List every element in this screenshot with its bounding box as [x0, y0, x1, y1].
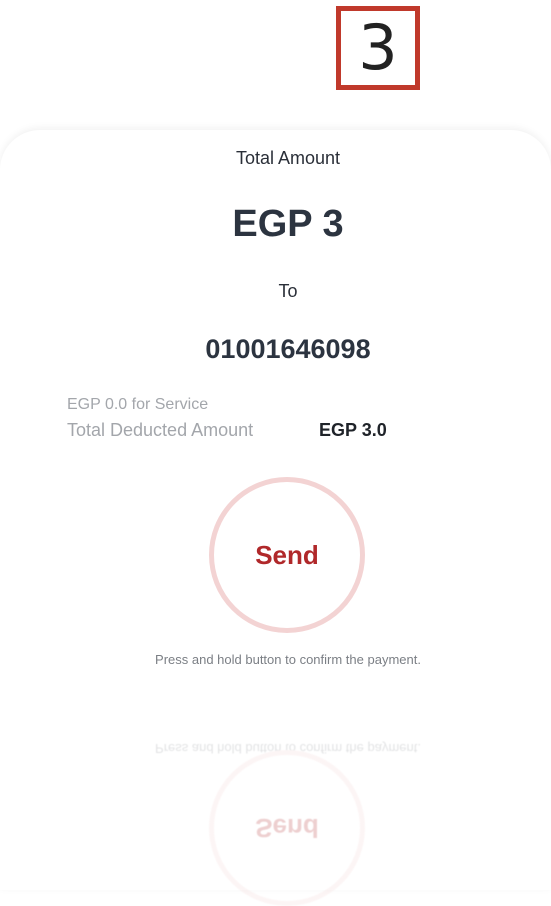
total-amount-label: Total Amount [235, 148, 341, 168]
reflection-send-label: Send [255, 813, 319, 844]
send-button-label: Send [255, 539, 319, 570]
service-fee-text: EGP 0.0 for Service [67, 396, 209, 413]
reflection-send-button: Send [209, 750, 365, 906]
reflection-overlay: Press and hold button to confirm the pay… [0, 676, 551, 906]
total-amount-value: EGP 3 [232, 203, 344, 245]
press-hold-hint: Press and hold button to confirm the pay… [155, 652, 421, 667]
to-label: To [278, 281, 298, 301]
send-button[interactable]: Send [209, 477, 365, 633]
deducted-amount-value: EGP 3.0 [319, 420, 387, 440]
step-number: 3 [358, 11, 398, 84]
step-number-badge: 3 [336, 6, 420, 90]
deducted-amount-label: Total Deducted Amount [67, 420, 254, 440]
recipient-number: 01001646098 [205, 334, 371, 364]
